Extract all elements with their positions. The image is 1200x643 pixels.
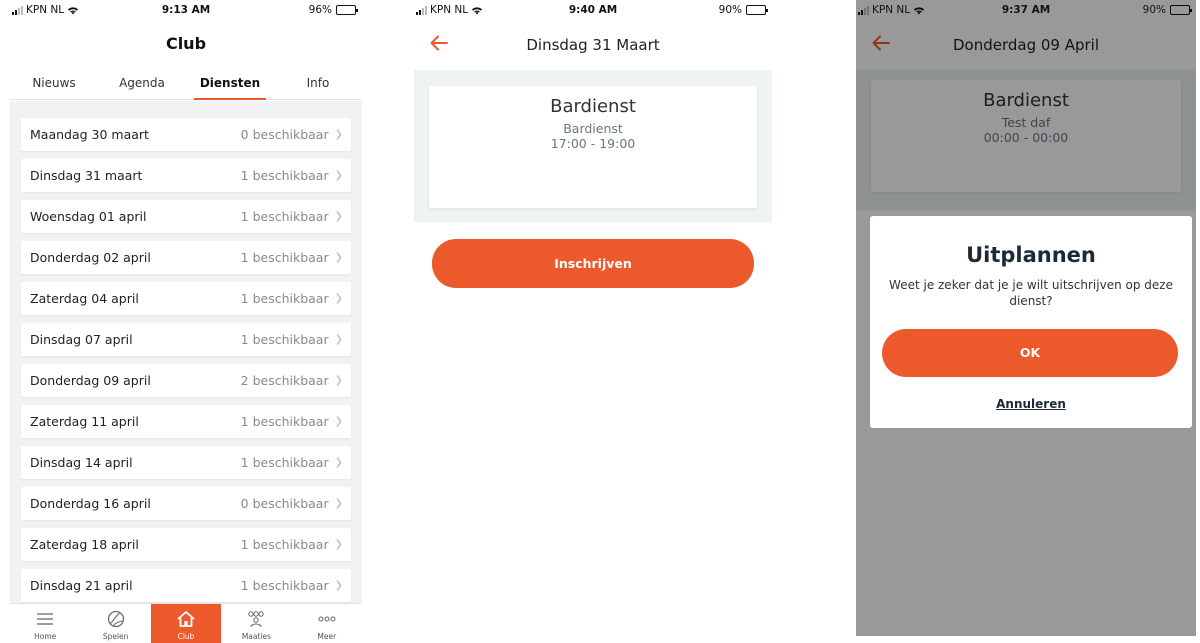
row-day: Donderdag 16 april [30,496,151,511]
list-item[interactable]: Donderdag 02 april 1 beschikbaar ❯ [21,241,351,274]
dienst-card: Bardienst Bardienst 17:00 - 19:00 [429,86,757,208]
chevron-right-icon: ❯ [334,539,343,550]
page-title: Dinsdag 31 Maart [526,36,660,54]
row-availability: 1 beschikbaar [240,578,329,593]
tab-diensten[interactable]: Diensten [186,70,274,100]
row-day: Zaterdag 04 april [30,291,139,306]
chevron-right-icon: ❯ [334,334,343,345]
ok-button[interactable]: OK [882,329,1178,377]
battery-icon [336,5,358,15]
battery: 90% [718,4,768,16]
card-panel: Bardienst Bardienst 17:00 - 19:00 [414,70,772,222]
tab-bar: Nieuws Agenda Diensten Info [10,70,362,100]
chevron-right-icon: ❯ [334,211,343,222]
chevron-right-icon: ❯ [334,129,343,140]
chevron-right-icon: ❯ [334,293,343,304]
list-item[interactable]: Donderdag 09 april 2 beschikbaar ❯ [21,364,351,397]
nav-label: Home [34,632,57,641]
row-availability: 1 beschikbaar [240,332,329,347]
tab-agenda[interactable]: Agenda [98,70,186,99]
card-subtitle: Bardienst [563,121,623,136]
row-availability: 1 beschikbaar [240,455,329,470]
row-day: Zaterdag 18 april [30,537,139,552]
nav-label: Meer [317,632,337,641]
people-icon [246,609,266,629]
nav-label: Club [177,632,195,641]
row-availability: 0 beschikbaar [240,496,329,511]
dialog-message: Weet je zeker dat je je wilt uitschrijve… [889,278,1173,308]
row-day: Dinsdag 14 april [30,455,133,470]
more-icon [317,609,337,629]
inschrijven-button[interactable]: Inschrijven [432,239,754,288]
nav-label: Spelen [102,632,129,641]
row-availability: 1 beschikbaar [240,537,329,552]
row-availability: 1 beschikbaar [240,168,329,183]
annuleren-link[interactable]: Annuleren [870,397,1192,411]
row-day: Donderdag 09 april [30,373,151,388]
status-bar: KPN NL 9:13 AM 96% [10,0,362,22]
row-availability: 1 beschikbaar [240,209,329,224]
nav-home[interactable]: Home [10,604,80,643]
list-item[interactable]: Zaterdag 04 april 1 beschikbaar ❯ [21,282,351,315]
row-availability: 1 beschikbaar [240,414,329,429]
row-day: Woensdag 01 april [30,209,147,224]
nav-label: Maaties [241,632,272,641]
list-item[interactable]: Maandag 30 maart 0 beschikbaar ❯ [21,118,351,151]
chevron-right-icon: ❯ [334,252,343,263]
ball-icon [106,609,126,629]
row-day: Zaterdag 11 april [30,414,139,429]
header: Dinsdag 31 Maart [414,28,772,62]
row-day: Dinsdag 21 april [30,578,133,593]
list-item[interactable]: Dinsdag 14 april 1 beschikbaar ❯ [21,446,351,479]
battery-percent: 96% [308,4,332,16]
status-bar: KPN NL 9:40 AM 90% [414,0,772,22]
list-item[interactable]: Dinsdag 07 april 1 beschikbaar ❯ [21,323,351,356]
menu-icon [35,609,55,629]
page-title: Club [165,34,207,53]
row-availability: 2 beschikbaar [240,373,329,388]
uitplannen-screen: KPN NL 9:37 AM 90% Donderdag 09 April Ba… [856,0,1196,636]
dienst-list: Maandag 30 maart 0 beschikbaar ❯ Dinsdag 31… [21,118,351,610]
chevron-right-icon: ❯ [334,457,343,468]
list-item[interactable]: Woensdag 01 april 1 beschikbaar ❯ [21,200,351,233]
row-availability: 1 beschikbaar [240,291,329,306]
house-icon [176,609,196,629]
list-item[interactable]: Dinsdag 21 april 1 beschikbaar ❯ [21,569,351,602]
nav-maaties[interactable]: Maaties [221,604,291,643]
row-day: Dinsdag 07 april [30,332,133,347]
card-time: 17:00 - 19:00 [550,136,636,151]
tab-nieuws[interactable]: Nieuws [10,70,98,99]
nav-club[interactable]: Club [150,604,222,643]
dienst-detail-screen: KPN NL 9:40 AM 90% Dinsdag 31 Maart Bard… [414,0,772,320]
nav-spelen[interactable]: Spelen [80,604,150,643]
row-availability: 1 beschikbaar [240,250,329,265]
chevron-right-icon: ❯ [334,498,343,509]
row-day: Dinsdag 31 maart [30,168,143,183]
nav-meer[interactable]: Meer [292,604,362,643]
chevron-right-icon: ❯ [334,416,343,427]
list-item[interactable]: Zaterdag 11 april 1 beschikbaar ❯ [21,405,351,438]
chevron-right-icon: ❯ [334,580,343,591]
list-item[interactable]: Dinsdag 31 maart 1 beschikbaar ❯ [21,159,351,192]
chevron-right-icon: ❯ [334,375,343,386]
list-item[interactable]: Zaterdag 18 april 1 beschikbaar ❯ [21,528,351,561]
battery-percent: 90% [718,4,742,16]
battery: 96% [308,4,358,16]
uitplannen-dialog: Uitplannen Weet je zeker dat je je wilt … [870,216,1192,428]
card-title: Bardienst [550,96,636,117]
tab-info[interactable]: Info [274,70,362,99]
row-day: Maandag 30 maart [30,127,149,142]
dialog-title: Uitplannen [966,243,1096,267]
battery-icon [746,5,768,15]
chevron-right-icon: ❯ [334,170,343,181]
list-item[interactable]: Donderdag 16 april 0 beschikbaar ❯ [21,487,351,520]
row-day: Donderdag 02 april [30,250,151,265]
row-availability: 0 beschikbaar [240,127,329,142]
club-diensten-screen: KPN NL 9:13 AM 96% Club Nieuws Agenda Di… [10,0,362,643]
bottom-nav: Home Spelen Club Maaties Meer [10,603,362,643]
